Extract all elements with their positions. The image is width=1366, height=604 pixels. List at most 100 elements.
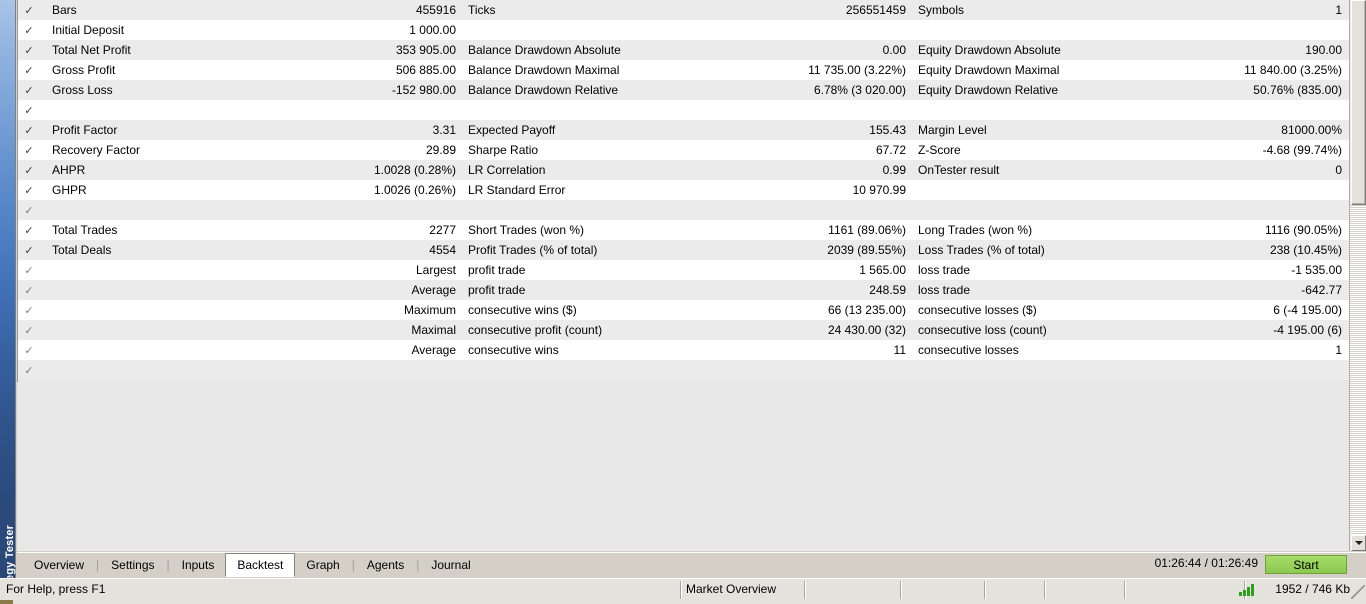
metric-value-col3: -4.68 (99.74%) [1262,143,1342,157]
cutoff-edge [0,600,13,604]
metric-value-col1: 506 885.00 [395,63,456,77]
row-check-icon[interactable]: ✓ [18,40,40,60]
row-check-icon[interactable]: ✓ [18,340,40,360]
table-row[interactable]: ✓ Total Trades 2277 Short Trades (won %) 116… [18,220,1349,240]
table-row[interactable]: ✓ Largest profit trade 1 565.00 loss trade -1… [18,260,1349,280]
table-row[interactable]: ✓ [18,100,1349,120]
table-row[interactable]: ✓ GHPR 1.0026 (0.26%) LR Standard Error 10 9… [18,180,1349,200]
metric-value-col2: 0.00 [882,43,906,57]
row-check-icon[interactable]: ✓ [18,120,40,140]
metric-value-col1: Maximal [411,323,456,337]
row-check-icon[interactable]: ✓ [18,180,40,200]
metric-value-col2 [718,360,910,380]
metric-value-col3: 190.00 [1305,43,1342,57]
table-row[interactable]: ✓ [18,200,1349,220]
status-network-traffic: 1952 / 746 Kb [1275,582,1350,596]
chevron-down-icon [1354,541,1363,545]
backtest-report-rows: ✓ Bars 455916 Ticks 256551459 Symbols 1 ✓ Initia… [18,0,1349,380]
table-row[interactable]: ✓ AHPR 1.0028 (0.28%) LR Correlation 0.99 OnT… [18,160,1349,180]
metric-value-col3: 1116 (90.05%) [1265,223,1342,237]
report-vertical-scrollbar[interactable] [1349,0,1366,551]
tab-inputs[interactable]: Inputs [171,554,226,576]
start-button[interactable]: Start [1265,555,1347,574]
table-row[interactable]: ✓ [18,360,1349,380]
metric-value-col1 [268,100,460,120]
row-check-icon[interactable]: ✓ [18,240,40,260]
check-icon: ✓ [24,5,34,17]
cutoff-text: AT RISK OF POTENTIAL LOSSES [318,600,508,603]
metric-value-col1: Maximum [403,303,456,317]
metric-value-col3 [1158,20,1349,40]
check-icon: ✓ [24,225,34,237]
tab-journal[interactable]: Journal [420,554,481,576]
metric-value-col2: 67.72 [875,143,906,157]
check-icon: ✓ [24,265,34,277]
metric-value-col1: 1 000.00 [409,23,456,37]
tab-agents[interactable]: Agents [356,554,415,576]
table-row[interactable]: ✓ Maximum consecutive wins ($) 66 (13 235.0… [18,300,1349,320]
metric-value-col2 [718,100,910,120]
metric-value-col2: 0.99 [882,163,906,177]
check-icon: ✓ [24,165,34,177]
row-check-icon[interactable]: ✓ [18,300,40,320]
scroll-down-arrow-icon[interactable] [1351,535,1366,551]
row-check-icon[interactable]: ✓ [18,260,40,280]
table-row[interactable]: ✓ Average consecutive wins 11 consecutive lo… [18,340,1349,360]
table-row[interactable]: ✓ Profit Factor 3.31 Expected Payoff 155.43 M… [18,120,1349,140]
row-check-icon[interactable]: ✓ [18,360,40,380]
status-divider [1044,581,1045,599]
table-row[interactable]: ✓ Maximal consecutive profit (count) 24 430… [18,320,1349,340]
tab-overview[interactable]: Overview [23,554,95,576]
metric-value-col1: -152 980.00 [391,83,456,97]
check-icon: ✓ [24,205,34,217]
table-row[interactable]: ✓ Recovery Factor 29.89 Sharpe Ratio 67.72 Z-… [18,140,1349,160]
row-check-icon[interactable]: ✓ [18,80,40,100]
metric-value-col2: 11 [893,343,906,357]
row-check-icon[interactable]: ✓ [18,100,40,120]
tab-graph[interactable]: Graph [295,554,350,576]
table-row[interactable]: ✓ Total Deals 4554 Profit Trades (% of tota… [18,240,1349,260]
metric-value-col3: -4 195.00 (6) [1273,323,1342,337]
row-check-icon[interactable]: ✓ [18,320,40,340]
row-check-icon[interactable]: ✓ [18,60,40,80]
check-icon: ✓ [24,85,34,97]
row-check-icon[interactable]: ✓ [18,220,40,240]
table-row[interactable]: ✓ Gross Profit 506 885.00 Balance Drawdown … [18,60,1349,80]
metric-value-col2: 1161 (89.06%) [828,223,906,237]
check-icon: ✓ [24,65,34,77]
resize-grip-icon[interactable] [1351,585,1365,599]
table-row[interactable]: ✓ Gross Loss -152 980.00 Balance Drawdown R… [18,80,1349,100]
metric-value-col1: 3.31 [432,123,456,137]
metric-value-col3: -1 535.00 [1291,263,1342,277]
row-check-icon[interactable]: ✓ [18,160,40,180]
metric-value-col1: Largest [415,263,456,277]
metric-value-col1: 29.89 [425,143,456,157]
status-divider [900,581,901,599]
metric-value-col3: 1 [1335,3,1342,17]
metric-value-col2: 10 970.99 [852,183,906,197]
metric-value-col1: Average [411,283,456,297]
row-check-icon[interactable]: ✓ [18,0,40,20]
tab-settings[interactable]: Settings [100,554,165,576]
check-icon: ✓ [24,345,34,357]
table-row[interactable]: ✓ Bars 455916 Ticks 256551459 Symbols 1 [18,0,1349,20]
status-market-overview[interactable]: Market Overview [686,582,776,596]
row-check-icon[interactable]: ✓ [18,20,40,40]
tab-backtest[interactable]: Backtest [225,553,296,577]
tab-list: Overview | Settings | Inputs Backtest Graph | Ag… [23,553,482,578]
row-check-icon[interactable]: ✓ [18,140,40,160]
strategy-tester-dock-bar[interactable]: Strategy Tester [0,0,16,604]
row-check-icon[interactable]: ✓ [18,280,40,300]
table-row[interactable]: ✓ Total Net Profit 353 905.00 Balance Drawd… [18,40,1349,60]
table-row[interactable]: ✓ Initial Deposit 1 000.00 [18,20,1349,40]
metric-value-col2: 24 430.00 (32) [827,323,906,337]
metric-value-col1: 455916 [415,3,456,17]
check-icon: ✓ [24,25,34,37]
row-check-icon[interactable]: ✓ [18,200,40,220]
check-icon: ✓ [24,245,34,257]
scrollbar-thumb[interactable] [1351,0,1366,205]
check-icon: ✓ [24,125,34,137]
metric-value-col1: Average [411,343,456,357]
table-row[interactable]: ✓ Average profit trade 248.59 loss trade -642… [18,280,1349,300]
metric-value-col3: 81000.00% [1281,123,1342,137]
